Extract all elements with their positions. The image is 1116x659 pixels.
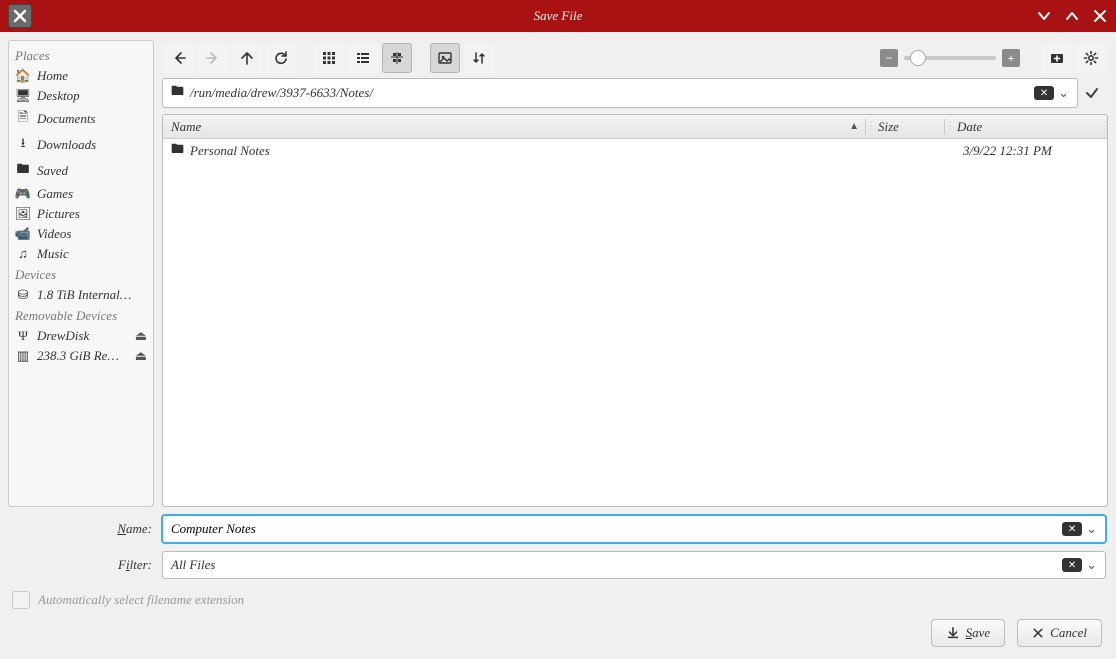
maximize-icon[interactable] (1064, 8, 1080, 24)
reload-button[interactable] (266, 43, 296, 73)
main-panel: − + 🖿 /run/media/drew/3937-6633/Notes/ ✕… (162, 40, 1108, 507)
filename-field[interactable] (167, 521, 1062, 537)
auto-extension-row[interactable]: Automatically select filename extension (10, 587, 1106, 609)
music-icon: ♫ (15, 246, 31, 262)
name-label: Name: (10, 521, 156, 537)
eject-icon[interactable]: ⏏ (135, 348, 147, 364)
go-button[interactable] (1084, 85, 1108, 101)
folder-icon: 🖿 (15, 160, 31, 182)
disk-icon: ⛁ (15, 287, 31, 303)
save-icon (946, 626, 960, 640)
cancel-label: Cancel (1050, 625, 1087, 641)
app-icon (8, 4, 32, 28)
download-icon: ⭳ (15, 134, 31, 156)
slider-thumb[interactable] (910, 50, 926, 66)
file-name: Personal Notes (190, 143, 270, 159)
cancel-icon (1032, 627, 1044, 639)
file-list[interactable]: Name▲ ⋮ Size ⋮ Date ⋮ 🖿 Personal Notes 3/… (162, 114, 1108, 507)
preview-button[interactable] (430, 43, 460, 73)
usb-icon: Ψ (15, 328, 31, 344)
sidebar-item-music[interactable]: ♫Music (9, 244, 153, 264)
home-icon: 🏠 (15, 68, 31, 84)
auto-extension-checkbox[interactable] (12, 591, 30, 609)
sort-asc-icon: ▲ (849, 121, 859, 132)
sidebar-item-home[interactable]: 🏠Home (9, 66, 153, 86)
sidebar-item-internal-disk[interactable]: ⛁1.8 TiB Internal… (9, 285, 153, 305)
back-button[interactable] (164, 43, 194, 73)
window-title: Save File (534, 8, 583, 24)
compact-view-button[interactable] (348, 43, 378, 73)
sort-button[interactable] (464, 43, 494, 73)
details-view-button[interactable] (382, 43, 412, 73)
zoom-out-icon[interactable]: − (880, 49, 898, 67)
sidebar-item-documents[interactable]: 🗎Documents (9, 106, 153, 132)
save-label: Save (966, 625, 991, 641)
sidebar-item-pictures[interactable]: 🖼Pictures (9, 204, 153, 224)
path-text: /run/media/drew/3937-6633/Notes/ (188, 85, 1034, 101)
bottom-form: Name: ✕ ⌄ Filter: All Files ✕ ⌄ Automati… (0, 507, 1116, 609)
places-sidebar: Places 🏠Home 🖥Desktop 🗎Documents ⭳Downlo… (8, 40, 154, 507)
settings-button[interactable] (1076, 43, 1106, 73)
zoom-in-icon[interactable]: + (1002, 49, 1020, 67)
auto-extension-label: Automatically select filename extension (38, 592, 244, 608)
filter-combo[interactable]: All Files ✕ ⌄ (162, 551, 1106, 579)
eject-icon[interactable]: ⏏ (135, 328, 147, 344)
file-row[interactable]: 🖿 Personal Notes 3/9/22 12:31 PM (163, 139, 1107, 163)
desktop-icon: 🖥 (15, 88, 31, 104)
folder-icon: 🖿 (171, 140, 184, 162)
games-icon: 🎮 (15, 186, 31, 202)
path-dropdown-icon[interactable]: ⌄ (1054, 85, 1073, 101)
minimize-icon[interactable] (1036, 8, 1052, 24)
sidebar-item-saved[interactable]: 🖿Saved (9, 158, 153, 184)
icons-view-button[interactable] (314, 43, 344, 73)
up-button[interactable] (232, 43, 262, 73)
filter-value: All Files (167, 557, 1062, 573)
toolbar: − + (162, 40, 1108, 76)
removable-heading: Removable Devices (9, 305, 153, 326)
file-date: 3/9/22 12:31 PM (957, 143, 1107, 159)
save-button[interactable]: Save (931, 619, 1006, 647)
places-heading: Places (9, 45, 153, 66)
filter-label: Filter: (10, 557, 156, 573)
sidebar-item-videos[interactable]: 📹Videos (9, 224, 153, 244)
path-input[interactable]: 🖿 /run/media/drew/3937-6633/Notes/ ✕ ⌄ (162, 78, 1078, 108)
column-header[interactable]: Name▲ ⋮ Size ⋮ Date ⋮ (163, 115, 1107, 139)
name-dropdown-icon[interactable]: ⌄ (1082, 521, 1101, 537)
videos-icon: 📹 (15, 226, 31, 242)
filter-dropdown-icon[interactable]: ⌄ (1082, 557, 1101, 573)
filename-input[interactable]: ✕ ⌄ (162, 515, 1106, 543)
pictures-icon: 🖼 (15, 206, 31, 222)
sd-icon: ▥ (15, 348, 31, 364)
sidebar-item-games[interactable]: 🎮Games (9, 184, 153, 204)
new-folder-button[interactable] (1042, 43, 1072, 73)
slider-track[interactable] (904, 56, 996, 60)
sidebar-item-downloads[interactable]: ⭳Downloads (9, 132, 153, 158)
close-icon[interactable] (1092, 8, 1108, 24)
sidebar-item-drewdisk[interactable]: ΨDrewDisk⏏ (9, 326, 153, 346)
document-icon: 🗎 (15, 108, 31, 130)
devices-heading: Devices (9, 264, 153, 285)
titlebar: Save File (0, 0, 1116, 32)
zoom-slider[interactable]: − + (880, 49, 1020, 67)
forward-button[interactable] (198, 43, 228, 73)
column-size[interactable]: Size (872, 119, 944, 135)
clear-filter-icon[interactable]: ✕ (1062, 558, 1082, 572)
column-name[interactable]: Name▲ (163, 119, 865, 135)
folder-icon: 🖿 (171, 82, 184, 104)
sidebar-item-sdcard[interactable]: ▥238.3 GiB Re…⏏ (9, 346, 153, 366)
sidebar-item-desktop[interactable]: 🖥Desktop (9, 86, 153, 106)
clear-name-icon[interactable]: ✕ (1062, 522, 1082, 536)
clear-path-icon[interactable]: ✕ (1034, 86, 1054, 100)
cancel-button[interactable]: Cancel (1017, 619, 1102, 647)
column-date[interactable]: Date (951, 119, 1101, 135)
